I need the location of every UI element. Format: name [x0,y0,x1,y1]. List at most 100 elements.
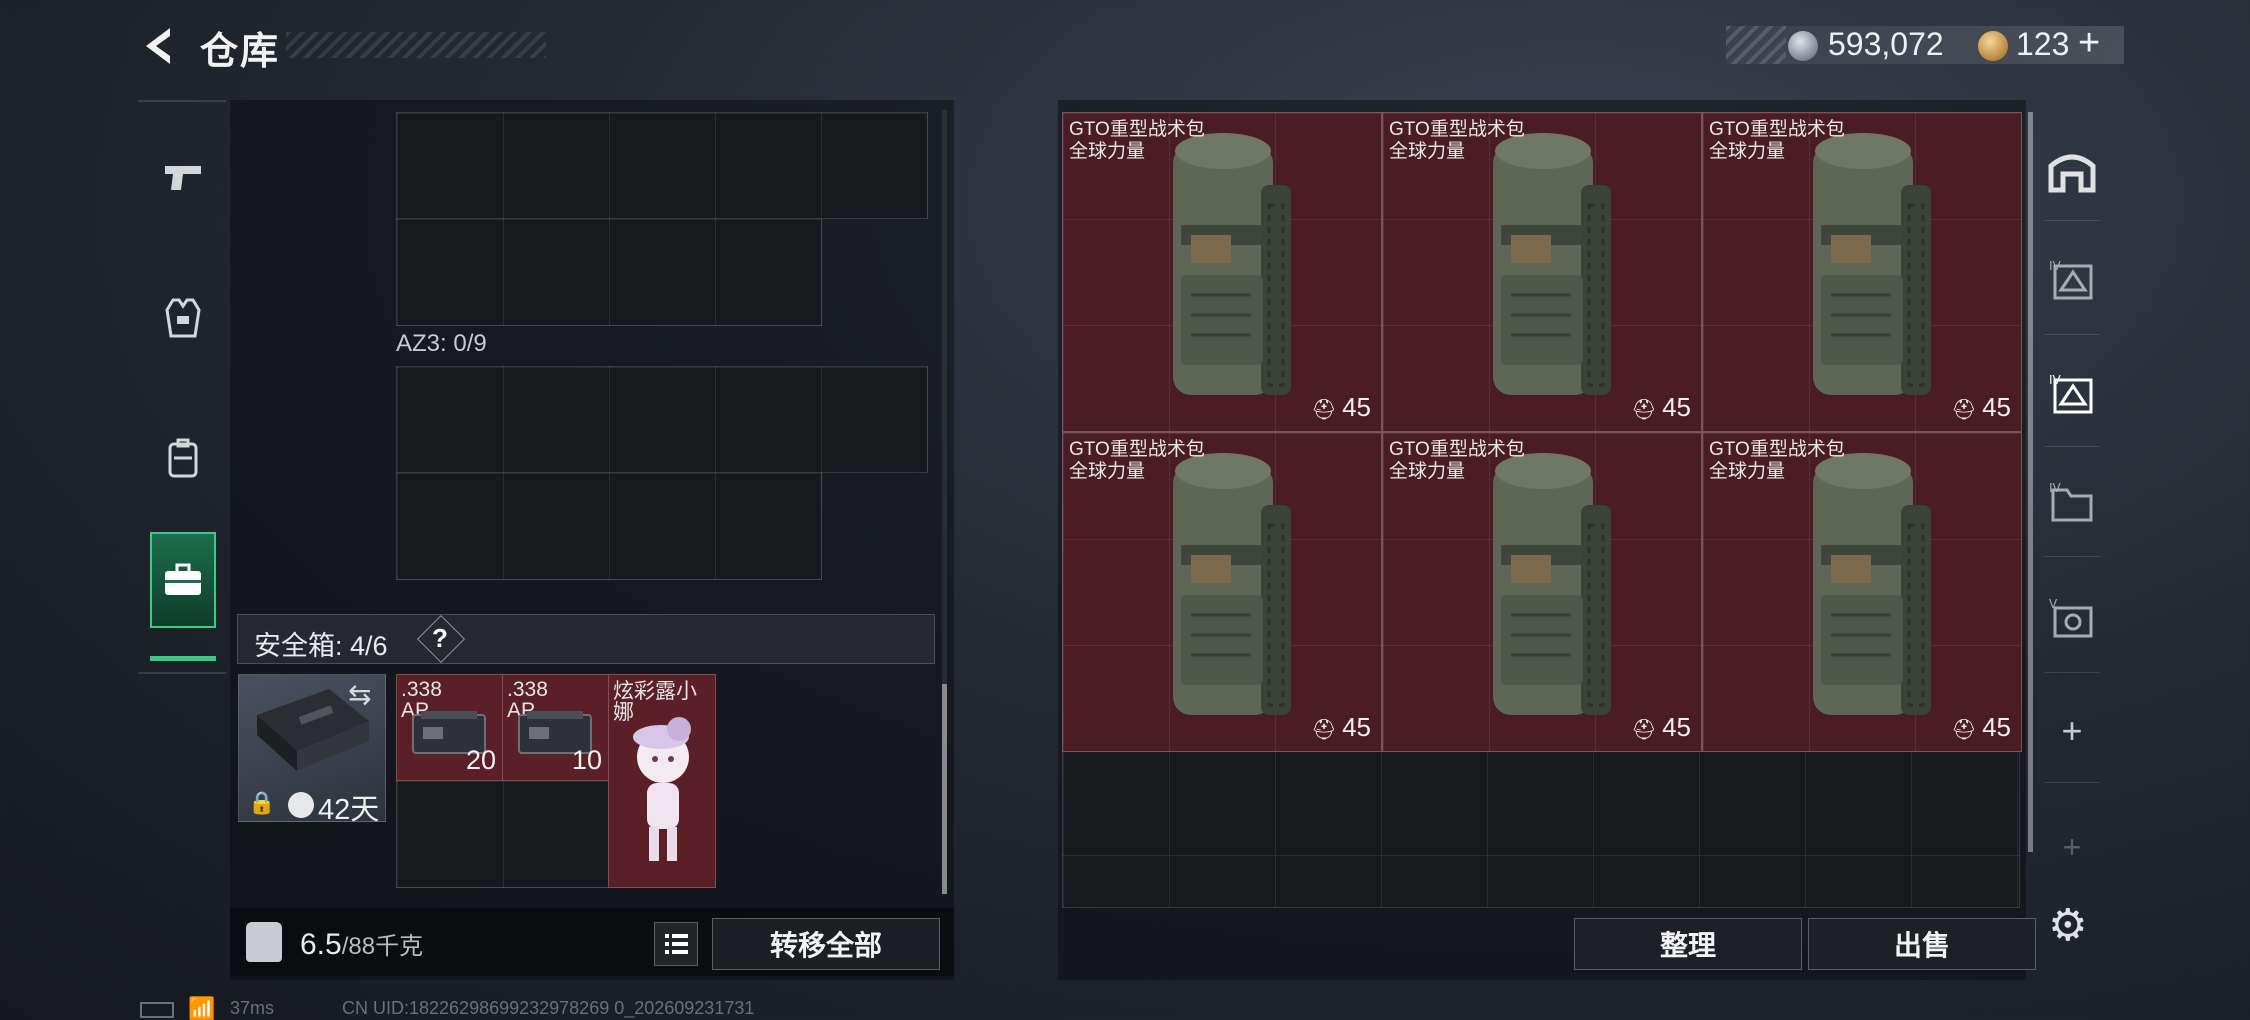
safe-item-ammo-1[interactable]: .338 AP 20 [396,674,503,781]
tab-weapons[interactable] [150,130,216,226]
list-icon [665,934,688,954]
vest-icon [165,298,201,338]
weight-icon [246,922,282,962]
transfer-all-button[interactable]: 转移全部 [712,918,940,970]
add-currency-button[interactable]: + [2078,22,2100,65]
tab-divider [2044,782,2100,783]
case-icon [165,563,201,595]
sell-button[interactable]: 出售 [1808,918,2036,970]
token-icon [1978,31,2008,61]
stash-home-icon [2048,154,2096,193]
stash-item-backpack[interactable]: GTO重型战术包 全球力量 ⛑ 45 [1062,432,1382,752]
svg-text:IV: IV [2049,373,2062,387]
item-faction: 全球力量 [1709,140,1786,162]
safe-item-figure[interactable]: 炫彩露小娜 [608,674,716,888]
pistol-icon [165,166,201,190]
tab-armor[interactable] [150,270,216,366]
capacity-value: 45 [1982,392,2011,422]
item-name: GTO重型战术包 全球力量 [1709,119,1845,163]
item-capacity: ⛑ 45 [1951,712,2011,743]
stash-item-backpack[interactable]: GTO重型战术包 全球力量 ⛑ 45 [1702,432,2022,752]
item-name: GTO重型战术包 全球力量 [1709,439,1845,483]
item-title: GTO重型战术包 [1069,119,1205,140]
item-faction: 全球力量 [1389,140,1466,162]
battery-icon [140,1002,174,1018]
item-capacity: ⛑ 45 [1631,392,1691,423]
token-amount: 123 [2016,26,2070,62]
tab-stash-all[interactable] [2040,136,2104,206]
tab-stash-5[interactable]: V [2040,584,2104,654]
money-amount: 593,072 [1828,26,1944,62]
help-button[interactable]: ? [432,623,448,654]
tab-divider [2044,334,2100,335]
capacity-icon: ⛑ [1951,719,1983,741]
az3-grid-row2[interactable] [396,472,822,580]
page-title: 仓库 [200,31,281,73]
item-faction: 全球力量 [1069,140,1146,162]
tab-safe-box[interactable] [150,532,216,628]
capacity-value: 45 [1342,392,1371,422]
left-scrollbar-thumb[interactable] [942,684,947,894]
list-view-button[interactable] [654,922,698,966]
backpack-image [1813,453,1931,715]
currency-decoration [1726,26,1786,64]
lock-icon: 🔒 [248,790,276,815]
item-capacity: ⛑ 45 [1951,392,2011,423]
capacity-icon: ⛑ [1311,719,1343,741]
folder-icon: IV [2049,481,2093,522]
capacity-value: 45 [1662,712,1691,742]
item-count: 20 [465,745,496,775]
stash-item-backpack[interactable]: GTO重型战术包 全球力量 ⛑ 45 [1702,112,2022,432]
tab-stash-folder[interactable]: IV [2040,468,2104,538]
tab-backpack[interactable] [150,410,216,506]
capacity-value: 45 [1982,712,2011,742]
item-title: GTO重型战术包 [1389,439,1525,460]
add-stash-tab-button[interactable]: + [2040,696,2104,766]
uid-readout: CN UID:18226298699232978269 0_2026092317… [342,998,755,1018]
item-title: GTO重型战术包 [1389,119,1525,140]
item-name: GTO重型战术包 全球力量 [1069,119,1205,163]
tab-stash-4-active[interactable]: IV [2040,360,2104,430]
item-count: 10 [571,745,602,775]
item-capacity: ⛑ 45 [1311,392,1371,423]
safe-box-days-left: 42天 [318,794,380,826]
weight-total: /88千克 [341,933,424,960]
backpack-icon [168,438,198,478]
back-arrow-icon[interactable] [136,22,184,70]
swap-icon[interactable]: ⇆ [348,678,382,710]
item-faction: 全球力量 [1069,460,1146,482]
item-title: GTO重型战术包 [1709,439,1845,460]
az3-grid[interactable] [396,366,928,473]
backpack-image [1493,453,1611,715]
capacity-icon: ⛑ [1631,399,1663,421]
item-name: GTO重型战术包 全球力量 [1389,439,1525,483]
item-capacity: ⛑ 45 [1311,712,1371,743]
capacity-value: 45 [1342,712,1371,742]
tab-stash-4[interactable]: IV [2040,246,2104,316]
tab-divider [2044,556,2100,557]
item-title: GTO重型战术包 [1709,119,1845,140]
sort-button[interactable]: 整理 [1574,918,1802,970]
capacity-icon: ⛑ [1311,399,1343,421]
svg-text:IV: IV [2049,481,2062,495]
tab-divider [2044,446,2100,447]
stash-page-4-icon: IV [2049,259,2093,300]
stash-item-backpack[interactable]: GTO重型战术包 全球力量 ⛑ 45 [1382,432,1702,752]
stash-scrollbar[interactable] [2028,112,2033,852]
wifi-icon: 📶 [188,996,216,1020]
weight-readout: 6.5/88千克 [300,926,423,962]
container-grid-top-row2[interactable] [396,218,822,326]
weight-current: 6.5 [300,928,342,961]
item-faction: 全球力量 [1709,460,1786,482]
settings-gear-icon[interactable]: ⚙ [2048,900,2087,951]
ping-readout: 37ms [230,998,275,1018]
stash-item-backpack[interactable]: GTO重型战术包 全球力量 ⛑ 45 [1062,112,1382,432]
container-grid-top[interactable] [396,112,928,219]
backpack-image [1813,133,1931,395]
safe-item-ammo-2[interactable]: .338 AP 10 [502,674,609,781]
tab-divider [2044,220,2100,221]
capacity-icon: ⛑ [1631,719,1663,741]
stash-item-backpack[interactable]: GTO重型战术包 全球力量 ⛑ 45 [1382,112,1702,432]
capacity-icon: ⛑ [1951,399,1983,421]
capacity-value: 45 [1662,392,1691,422]
